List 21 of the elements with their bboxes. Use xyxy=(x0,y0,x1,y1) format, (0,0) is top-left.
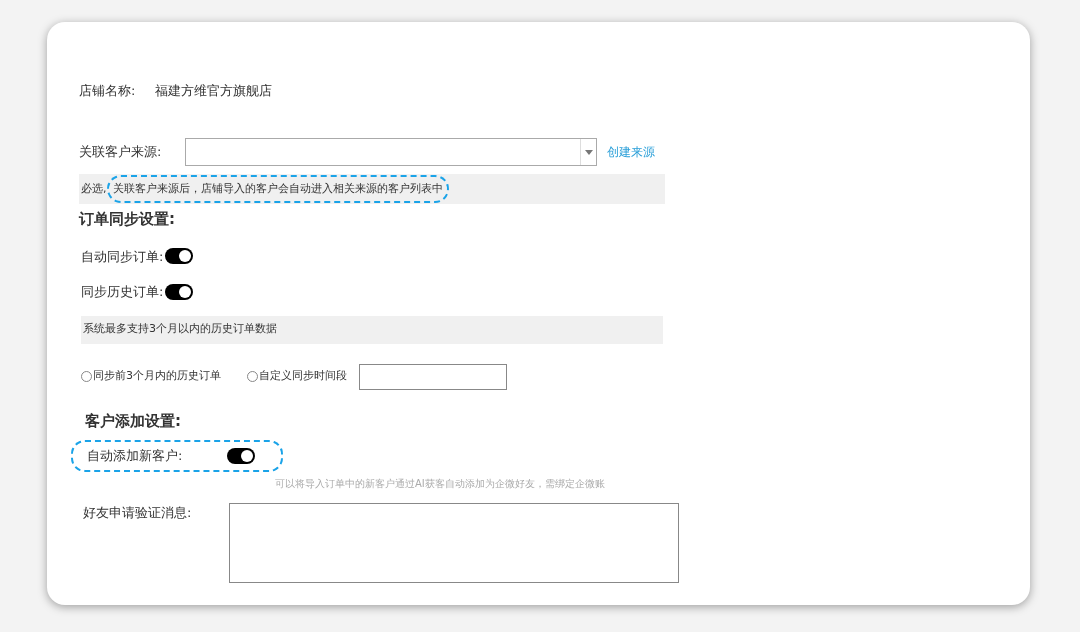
toggle-switch[interactable] xyxy=(165,283,194,300)
radio-option[interactable]: 同步前3个月内的历史订单 xyxy=(81,368,221,385)
section-title: 客户添加设置: xyxy=(85,410,182,432)
section-title: 订单同步设置: xyxy=(79,209,176,230)
message-textarea[interactable] xyxy=(229,503,679,583)
time-range-field[interactable] xyxy=(359,363,507,390)
store-name: 福建方维官方旗舰店 xyxy=(155,82,273,101)
radio-option[interactable]: 自定义同步时间段 xyxy=(247,368,347,385)
field-label: 好友申请验证消息: xyxy=(83,504,193,522)
toggle-label: 自动同步订单: xyxy=(81,247,164,266)
toggle-label: 同步历史订单: xyxy=(81,283,164,301)
required-note: 必选, xyxy=(81,180,107,197)
toggle-switch[interactable] xyxy=(227,448,255,464)
auto-add-hint: 可以将导入订单中的新客户通过AI获客自动添加为企微好友，需绑定企微账 xyxy=(275,477,606,491)
toggle-label: 自动添加新客户: xyxy=(87,447,184,466)
field-label: 店铺名称: xyxy=(79,82,136,101)
field-label: 关联客户来源: xyxy=(79,143,163,162)
history-note: 系统最多支持3个月以内的历史订单数据 xyxy=(83,321,277,338)
caret-icon xyxy=(584,149,593,155)
toggle-switch[interactable] xyxy=(165,248,194,265)
source-hint: 关联客户来源后，店铺导入的客户会自动进入相关来源的客户列表中 xyxy=(106,174,449,204)
